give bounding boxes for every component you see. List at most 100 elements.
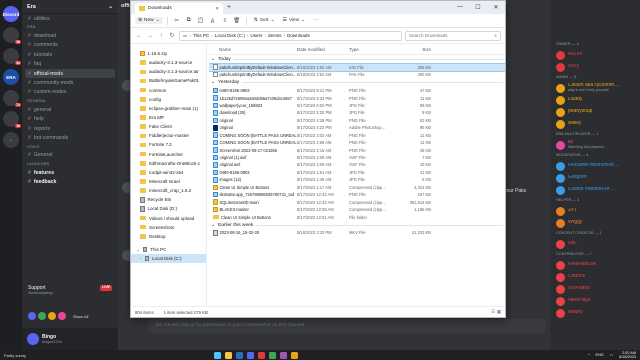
file-row[interactable]: pakchunkSprintByDefault-WindowsClien… 8/1… [209, 62, 505, 72]
file-row[interactable]: original 8/17/2023 4:28 PM PNG File 53 KB [209, 117, 505, 124]
channel-item[interactable]: # comments [22, 41, 118, 50]
taskbar-app-icon[interactable] [269, 351, 276, 359]
server-icon[interactable]: 74 [3, 90, 21, 107]
channel-item[interactable]: # General [22, 151, 118, 160]
channel-item[interactable]: # features [22, 168, 118, 177]
server-icon[interactable]: Discord [3, 6, 19, 22]
file-row[interactable]: SQLiteGameDb-main 8/17/2023 12:34 AM Compr… [209, 198, 505, 205]
file-row[interactable]: Screenshot 2023-08-17 021556 8/17/2023 2:… [209, 146, 505, 153]
file-row[interactable]: COMING SOON (BATTLE PASS UNREAL E… 8/17/2… [209, 132, 505, 139]
file-row[interactable]: 0480-8185-0803 8/17/2023 8:21 PM PNG File 4… [209, 87, 505, 94]
member-item[interactable]: xxxPatrxx [550, 283, 640, 295]
channel-item[interactable]: # utilities [22, 14, 118, 23]
channel-item[interactable]: # community-mods [22, 78, 118, 87]
rename-icon[interactable]: Ａ [208, 17, 218, 25]
file-row[interactable]: BLAKE3-master 8/17/2023 12:09 AM Compresse… [209, 206, 505, 213]
server-icon[interactable]: ERA [3, 69, 19, 85]
member-item[interactable]: Duddy [550, 94, 640, 106]
delete-icon[interactable]: 🗑 [232, 18, 242, 24]
nav-item[interactable]: Itdthmacrafto-OneBlock-c [131, 159, 206, 168]
address-bar[interactable]: ▭ › This PC › Local Disk (C:) › Users › dennis ›… [179, 30, 402, 41]
back-icon[interactable]: ← [135, 33, 143, 39]
forward-icon[interactable]: → [146, 33, 154, 39]
nav-item[interactable]: Desktop [131, 232, 206, 241]
group-header[interactable]: ⌄ Earlier this week [209, 221, 505, 230]
chevron-up-icon[interactable]: ^ [588, 353, 590, 357]
add-server-icon[interactable]: + [3, 132, 19, 148]
language-indicator[interactable]: ENG [596, 353, 604, 357]
avatar[interactable] [27, 333, 39, 345]
nav-item[interactable]: Era MP [131, 113, 206, 122]
column-type[interactable]: Type [349, 47, 393, 52]
channel-category[interactable]: voice [22, 143, 118, 151]
group-header[interactable]: ⌄ Yesterday [209, 78, 505, 87]
show-all-link[interactable]: Show All [73, 314, 88, 319]
nav-item[interactable]: Iordpit-win32-x64 [131, 168, 206, 177]
file-row[interactable]: images (12) 8/17/2023 1:46 AM JPG File 6 KB [209, 176, 505, 183]
channel-item[interactable]: # help [22, 115, 118, 124]
nav-item[interactable]: Minecraft Israel [131, 177, 206, 186]
new-tab-button[interactable]: + [227, 4, 231, 11]
up-icon[interactable]: ↑ [157, 33, 165, 39]
file-row[interactable]: original (1).avif 8/17/2023 2:09 AM AVIF F… [209, 154, 505, 161]
server-icon[interactable]: 42 [3, 48, 21, 65]
channel-category[interactable]: launcher [22, 160, 118, 168]
channel-item[interactable]: # custom-nodes [22, 88, 118, 97]
member-item[interactable]: pearlysoup [550, 106, 640, 118]
sort-button[interactable]: ⇅ Sort ⌄ [251, 17, 278, 24]
view-toggle-icons[interactable]: ☰▦ [491, 309, 503, 315]
server-icon[interactable]: 16 [3, 27, 21, 44]
nav-item[interactable]: config [131, 95, 206, 104]
member-item[interactable]: lw Watching Idol playeme [550, 139, 640, 151]
file-row[interactable]: 2023-08-16_15-32-30 8/16/2023 3:33 PM MKV … [209, 229, 505, 236]
message-input[interactable]: Do not ask how or for permission to post… [148, 319, 546, 333]
channel-category[interactable]: general [22, 97, 118, 105]
maximize-icon[interactable]: ☐ [469, 4, 487, 11]
minimize-icon[interactable]: — [451, 4, 469, 11]
taskbar-app-icon[interactable] [247, 351, 254, 359]
view-button[interactable]: ☰ View ⌄ [280, 17, 309, 24]
nav-item[interactable]: eclipse-grabber-main (1) [131, 104, 206, 113]
nav-item[interactable]: Fake Client [131, 122, 206, 131]
breadcrumb-item[interactable]: This PC [193, 33, 209, 38]
nav-item[interactable]: Fortnite 7.2 [131, 140, 206, 149]
member-item[interactable]: FreaRedLink [550, 259, 640, 271]
nav-item[interactable]: › Local Disk (C:) [131, 254, 206, 264]
file-row[interactable]: original.avif 8/17/2023 2:09 AM AVIF File 1… [209, 161, 505, 168]
member-item[interactable]: wilkky [550, 118, 640, 130]
taskbar-app-icon[interactable] [291, 351, 298, 359]
clock[interactable]: 2:52 AM 8/18/2023 [619, 351, 636, 359]
more-button[interactable]: ··· [310, 17, 321, 24]
member-item[interactable]: ZeT [550, 205, 640, 217]
nav-item[interactable]: BattlefroyaleGamePak01 [131, 76, 206, 85]
nav-item[interactable]: Screenshots [131, 223, 206, 232]
live-stream-card[interactable]: Support LIVE Screensharing [22, 283, 118, 303]
member-item[interactable]: FireSteel #MonorFor… [550, 160, 640, 172]
file-row[interactable]: tiktmatte.app_726788085035780741_tod 8/17… [209, 191, 505, 198]
close-icon[interactable]: ✕ [487, 4, 505, 11]
file-row[interactable]: Clean UI Simple UI Buttons 8/17/2023 1:17… [209, 184, 505, 191]
file-row[interactable]: Clean UI Simple UI Buttons 8/17/2023 12:0… [209, 213, 505, 220]
nav-item[interactable]: FortniteLauncher [131, 150, 206, 159]
member-item[interactable]: Wrggy [550, 217, 640, 229]
member-item[interactable]: Gregorrr [550, 172, 640, 184]
taskbar-app-icon[interactable] [236, 351, 243, 359]
server-icon[interactable]: 16 [3, 111, 21, 128]
member-item[interactable]: Custos #MonorFor… [550, 184, 640, 196]
file-row[interactable]: download (29) 8/17/2023 5:20 PM JPG File 9 … [209, 109, 505, 116]
guild-header[interactable]: Era ⌄ [22, 0, 118, 14]
nav-item[interactable]: Videos i should upload [131, 214, 206, 223]
nav-item[interactable]: minecraft_crap_1.6.2 [131, 186, 206, 195]
member-item[interactable]: Chance [550, 271, 640, 283]
cut-icon[interactable]: ✂ [172, 18, 182, 24]
nav-item[interactable]: 1.16.5.zip [131, 49, 206, 58]
wifi-icon[interactable]: ◠ [610, 353, 613, 358]
member-item[interactable]: AvZen [550, 49, 640, 61]
nav-item[interactable]: audacity-3.1.3-source [131, 58, 206, 67]
column-date[interactable]: Date modified [297, 47, 349, 52]
member-item[interactable]: Callum aka cyclomth… stay in don't help y… [550, 82, 640, 94]
file-row[interactable]: original 8/17/2023 4:22 PM Adobe Photoshop… [209, 124, 505, 131]
search-input[interactable]: Search Downloads ⌕ [405, 30, 501, 41]
nav-item[interactable]: ⌄ This PC [131, 245, 206, 254]
weather-widget[interactable]: Partly sunny [4, 353, 26, 358]
